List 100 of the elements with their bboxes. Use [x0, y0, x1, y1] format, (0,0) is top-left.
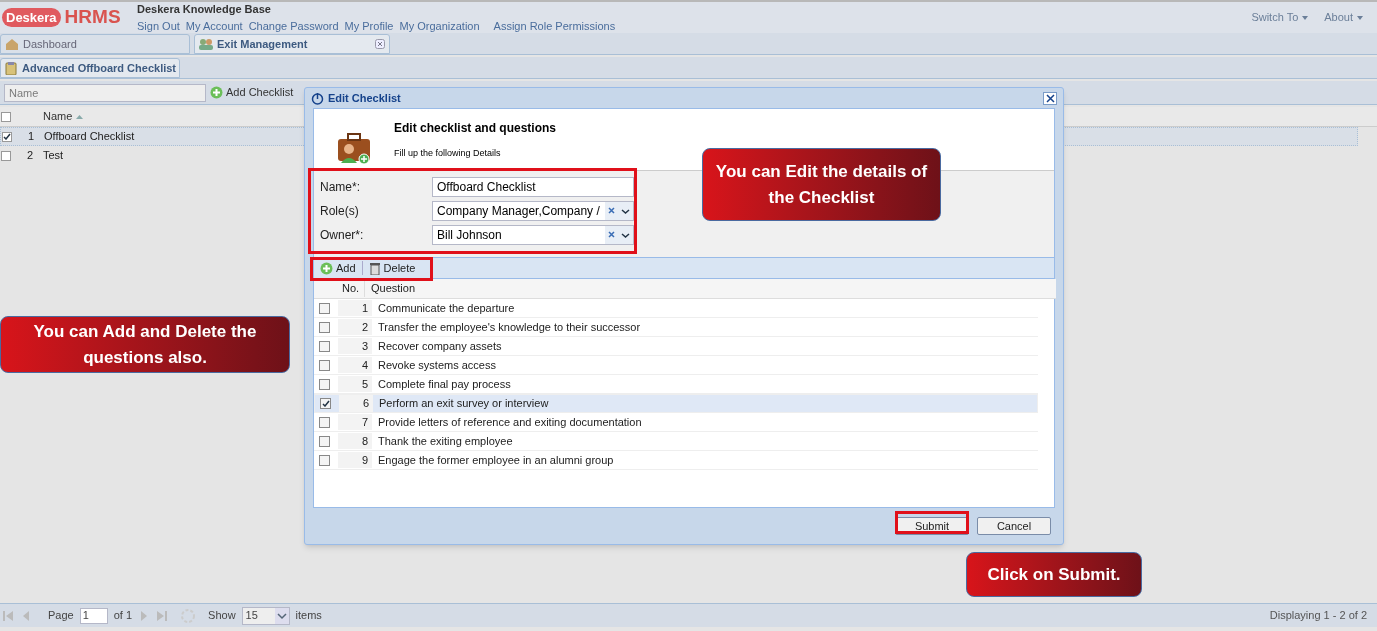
table-row[interactable]: 2 Transfer the employee's knowledge to their successor: [314, 318, 1038, 337]
table-cell-text: Offboard Checklist: [44, 129, 135, 145]
row-number: 8: [338, 432, 372, 450]
caret-icon: [618, 202, 633, 220]
product-name: HRMS: [64, 5, 121, 30]
brand-logo: Deskera: [2, 7, 61, 28]
combo-box[interactable]: Bill Johnson: [432, 225, 634, 245]
clipboard-icon: [4, 61, 18, 75]
row-number: 1: [26, 129, 34, 145]
house-icon: [5, 38, 19, 50]
table-cell-text: Transfer the employee's knowledge to their successor: [377, 319, 641, 335]
checkbox[interactable]: [1, 150, 11, 161]
table-row[interactable]: 3 Recover company assets: [314, 337, 1038, 356]
clear-icon: [605, 226, 618, 244]
checkbox[interactable]: [319, 359, 330, 371]
people-icon: [199, 38, 213, 50]
sort-icon: [76, 114, 84, 119]
tab[interactable]: Advanced Offboard Checklist: [0, 58, 181, 78]
row-number: 1: [338, 299, 372, 317]
callout: You can Edit the details of the Checklist: [702, 148, 941, 221]
table-row[interactable]: 4 Revoke systems access: [314, 356, 1038, 375]
dialog-title: Edit Checklist: [328, 90, 401, 106]
power-icon: [311, 91, 324, 105]
add-checklist-button[interactable]: Add Checklist: [210, 84, 294, 101]
table-row[interactable]: 6 Perform an exit survey or interview: [314, 394, 1038, 413]
nav-link[interactable]: My Organization: [399, 17, 480, 34]
column-header[interactable]: No.: [338, 280, 364, 297]
add-button[interactable]: Add: [318, 259, 358, 277]
row-number: 3: [338, 337, 372, 355]
pager-label: items: [295, 608, 322, 624]
field-label: Name*:: [320, 179, 361, 196]
close-icon: [1045, 93, 1055, 103]
row-number: 4: [338, 356, 372, 374]
table-row[interactable]: 8 Thank the exiting employee: [314, 432, 1038, 451]
pager-label: Page: [48, 608, 74, 624]
last-page-icon: [156, 609, 169, 622]
tab[interactable]: Dashboard: [0, 34, 190, 54]
trash-icon: [368, 261, 381, 275]
close-button[interactable]: [1043, 91, 1057, 105]
dialog-heading: Edit checklist and questions: [394, 120, 557, 137]
pager-label: Show: [208, 608, 236, 624]
row-number: 9: [338, 451, 372, 469]
table-cell-text: Engage the former employee in an alumni group: [377, 452, 614, 468]
nav-link[interactable]: Assign Role Permissions: [493, 17, 616, 34]
tab-label: Exit Management: [217, 36, 308, 52]
checkbox[interactable]: [319, 454, 330, 466]
close-icon: [375, 39, 385, 49]
table-cell-text: Test: [43, 148, 64, 164]
nav-link[interactable]: My Account: [185, 17, 243, 34]
row-number: 2: [25, 148, 33, 164]
combo-box[interactable]: Company Manager,Company /: [432, 201, 634, 221]
tab-label: Dashboard: [23, 36, 77, 52]
page-size-dropdown[interactable]: 15: [241, 606, 290, 625]
table-row[interactable]: 9 Engage the former employee in an alumni group: [314, 451, 1038, 470]
nav-link[interactable]: Change Password: [248, 17, 339, 34]
checkbox[interactable]: [319, 435, 330, 447]
caret-icon: [274, 607, 289, 624]
column-header[interactable]: Question: [364, 280, 416, 297]
plus-icon: [320, 261, 333, 275]
caret-icon: [1302, 15, 1309, 20]
callout: Click on Submit.: [966, 552, 1142, 597]
table-cell-text: Perform an exit survey or interview: [378, 396, 549, 412]
caret-icon: [1357, 15, 1363, 20]
checkbox[interactable]: [2, 131, 12, 142]
nav-link[interactable]: Sign Out: [137, 17, 180, 34]
plus-icon: [210, 86, 223, 99]
row-number: 7: [338, 413, 372, 431]
delete-button[interactable]: Delete: [366, 259, 418, 277]
checkmark-icon: [3, 133, 11, 140]
checkbox[interactable]: [319, 378, 330, 390]
checkbox[interactable]: [319, 416, 330, 428]
page-field[interactable]: 1: [79, 607, 108, 624]
field-label: Owner*:: [320, 227, 365, 244]
dialog-subheading: Fill up the following Details: [394, 147, 502, 160]
table-cell-text: Thank the exiting employee: [377, 433, 513, 449]
table-row[interactable]: 7 Provide letters of reference and exiting documentation: [314, 413, 1038, 432]
cancel-button[interactable]: Cancel: [977, 517, 1051, 535]
table-cell-text: Revoke systems access: [377, 357, 496, 373]
row-number: 6: [339, 395, 373, 412]
nav-link[interactable]: My Profile: [344, 17, 394, 34]
table-cell-text: Complete final pay process: [377, 376, 511, 392]
pager-label: of 1: [113, 608, 133, 624]
clear-icon: [605, 202, 618, 220]
checkbox[interactable]: [319, 302, 330, 314]
checkbox[interactable]: [319, 321, 330, 333]
callout: You can Add and Delete the questions also.: [0, 316, 290, 373]
column-header[interactable]: Name: [43, 108, 84, 125]
text-field[interactable]: Offboard Checklist: [432, 177, 634, 197]
table-row[interactable]: 1 Communicate the departure: [314, 299, 1038, 318]
first-page-icon: [2, 609, 14, 622]
checkbox[interactable]: [320, 398, 331, 409]
table-cell-text: Provide letters of reference and exiting documentation: [377, 414, 642, 430]
refresh-icon: [180, 607, 197, 624]
checkbox[interactable]: [1, 111, 11, 122]
tab[interactable]: Exit Management: [194, 34, 390, 54]
field-label: Role(s): [320, 203, 360, 220]
site-title: Deskera Knowledge Base: [137, 2, 272, 17]
search-field[interactable]: Name: [4, 83, 206, 102]
checkbox[interactable]: [319, 340, 330, 352]
caret-icon: [618, 226, 633, 244]
